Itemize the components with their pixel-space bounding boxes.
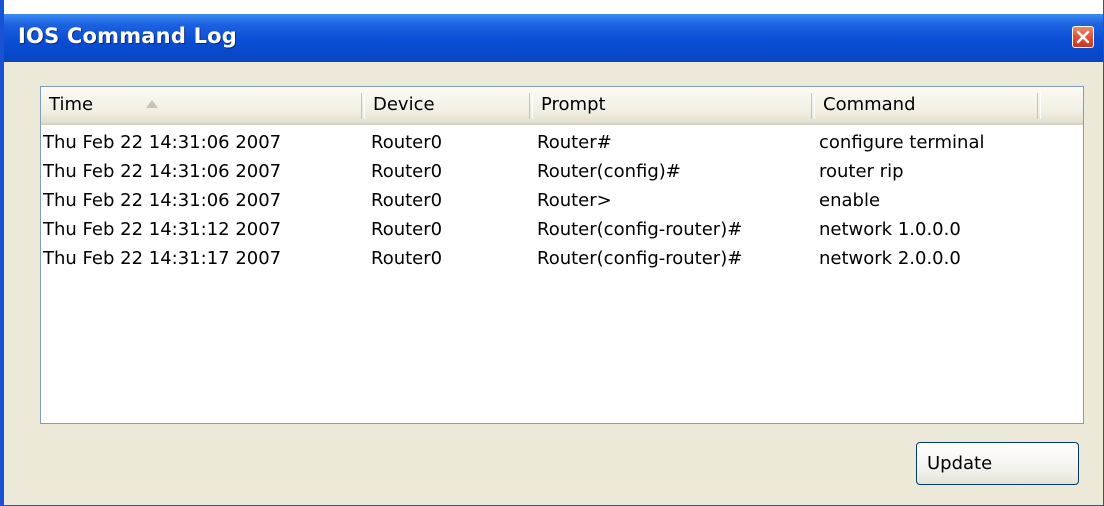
cell-command: network 1.0.0.0 — [819, 219, 961, 240]
cell-prompt: Router(config-router)# — [537, 219, 743, 240]
cell-command: enable — [819, 190, 881, 211]
column-header-prompt[interactable]: Prompt — [533, 87, 813, 123]
ios-command-log-window: IOS Command Log Time Device Prompt Comma… — [0, 0, 1104, 506]
update-button[interactable]: Update — [916, 442, 1079, 485]
cell-prompt: Router> — [537, 190, 612, 211]
close-button[interactable] — [1072, 26, 1094, 48]
table-header: Time Device Prompt Command — [41, 87, 1083, 125]
cell-command: network 2.0.0.0 — [819, 248, 961, 269]
cell-device: Router0 — [371, 132, 443, 153]
cell-prompt: Router# — [537, 132, 612, 153]
cell-command: router rip — [819, 161, 904, 182]
column-header-label: Command — [823, 94, 916, 115]
column-header-label: Device — [373, 94, 435, 115]
cell-time: Thu Feb 22 14:31:06 2007 — [43, 132, 282, 153]
column-header-label: Time — [49, 94, 94, 115]
cell-command: configure terminal — [819, 132, 985, 153]
cell-prompt: Router(config-router)# — [537, 248, 743, 269]
column-header-label: Prompt — [541, 94, 606, 115]
column-header-command[interactable]: Command — [815, 87, 1037, 123]
cell-time: Thu Feb 22 14:31:06 2007 — [43, 161, 282, 182]
cell-time: Thu Feb 22 14:31:06 2007 — [43, 190, 282, 211]
column-header-device[interactable]: Device — [365, 87, 531, 123]
column-divider[interactable] — [1037, 93, 1041, 119]
cell-time: Thu Feb 22 14:31:17 2007 — [43, 248, 282, 269]
cell-device: Router0 — [371, 161, 443, 182]
close-icon — [1076, 30, 1090, 44]
window-title: IOS Command Log — [18, 24, 238, 48]
cell-device: Router0 — [371, 219, 443, 240]
column-header-time[interactable]: Time — [41, 87, 361, 123]
cell-prompt: Router(config)# — [537, 161, 681, 182]
cell-device: Router0 — [371, 248, 443, 269]
window-top-strip — [4, 0, 1103, 14]
command-log-table[interactable]: Time Device Prompt Command Thu Feb 22 14… — [40, 86, 1084, 424]
sort-ascending-icon — [146, 100, 158, 108]
cell-time: Thu Feb 22 14:31:12 2007 — [43, 219, 282, 240]
title-bar[interactable]: IOS Command Log — [4, 14, 1103, 62]
cell-device: Router0 — [371, 190, 443, 211]
